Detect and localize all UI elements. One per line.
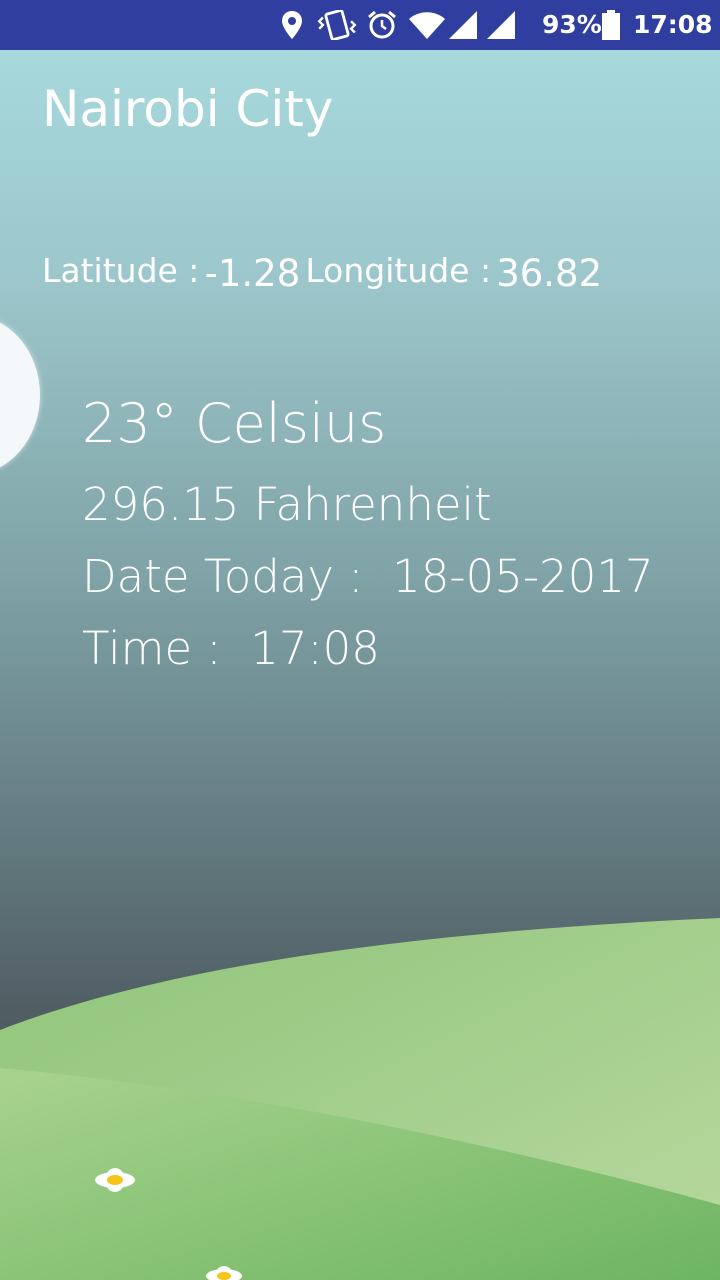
longitude-label: Longitude : (305, 251, 492, 290)
latitude-label: Latitude : (42, 251, 200, 290)
moon-graphic (0, 315, 40, 475)
alarm-icon (368, 10, 396, 39)
date-value: 18-05-2017 (392, 550, 654, 603)
temperature-fahrenheit: 296.15 Fahrenheit (82, 478, 492, 531)
date-label: Date Today : (82, 550, 364, 603)
time-label: Time : (82, 622, 222, 675)
current-time: Time : 17:08 (82, 622, 380, 675)
vibrate-icon (317, 10, 357, 40)
coordinates-row: Latitude : -1.28 Longitude : 36.82 (42, 248, 602, 295)
signal-icon (449, 11, 477, 39)
latitude-value: -1.28 (204, 252, 301, 295)
grass-hills (0, 918, 720, 1280)
signal-icon-2 (487, 11, 515, 39)
location-icon (282, 11, 302, 39)
status-bar: 93% 17:08 (0, 0, 720, 50)
time-value: 17:08 (250, 622, 380, 675)
battery-percent: 93% (542, 10, 602, 39)
weather-screen: 93% 17:08 Nairobi City Latitude : -1.28 … (0, 0, 720, 1280)
battery-icon (602, 10, 620, 40)
date-today: Date Today : 18-05-2017 (82, 550, 654, 603)
temperature-celsius: 23° Celsius (82, 392, 387, 455)
wifi-icon (409, 12, 445, 39)
status-bar-time: 17:08 (633, 10, 713, 39)
city-title: Nairobi City (42, 80, 334, 138)
longitude-value: 36.82 (496, 252, 603, 295)
